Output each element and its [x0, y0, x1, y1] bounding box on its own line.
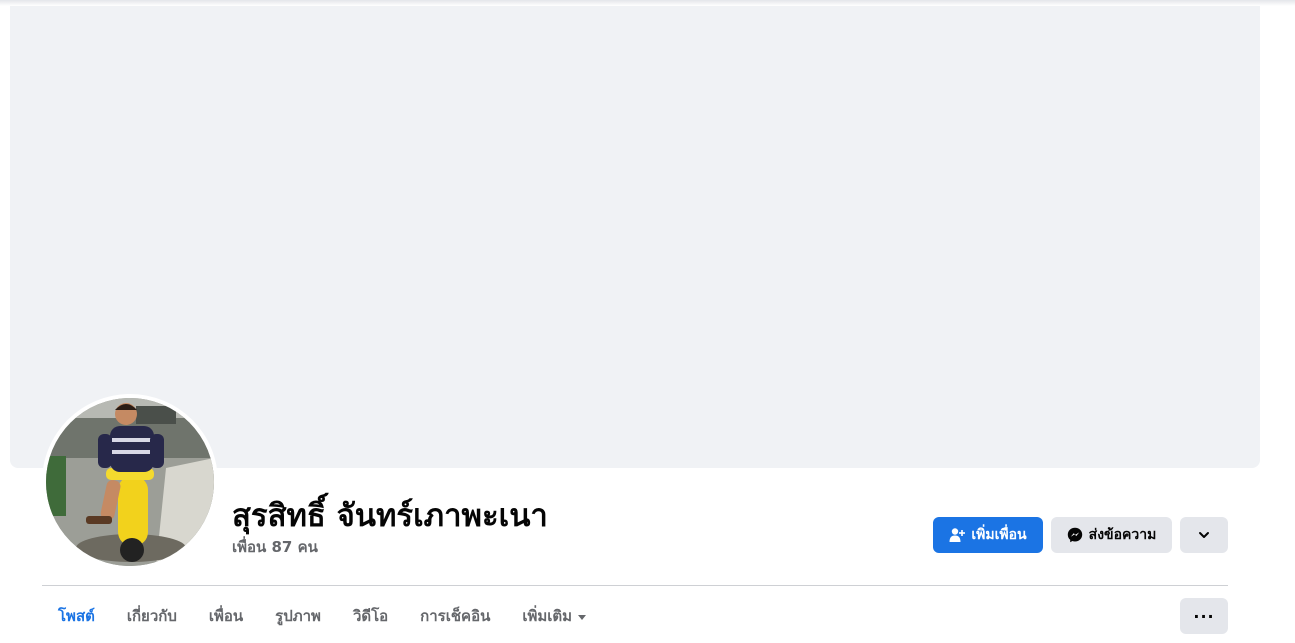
- chevron-down-icon: [1197, 528, 1211, 542]
- add-friend-button[interactable]: เพิ่มเพื่อน: [933, 517, 1043, 553]
- tab-checkins[interactable]: การเช็คอิน: [404, 604, 506, 628]
- message-label: ส่งข้อความ: [1088, 527, 1157, 543]
- cover-photo[interactable]: [10, 6, 1260, 468]
- tab-label: เกี่ยวกับ: [126, 607, 177, 625]
- messenger-icon: [1067, 527, 1083, 543]
- tab-photos[interactable]: รูปภาพ: [259, 604, 337, 628]
- add-friend-label: เพิ่มเพื่อน: [971, 527, 1027, 543]
- tab-more[interactable]: เพิ่มเติม: [506, 604, 602, 628]
- tab-label: เพื่อน: [208, 607, 244, 625]
- avatar-photo: [46, 398, 214, 566]
- person-plus-icon: [949, 527, 966, 543]
- profile-name: สุรสิทธิ์ จันทร์เภาพะเนา: [232, 498, 548, 534]
- more-options-button[interactable]: [1180, 517, 1228, 553]
- caret-down-icon: [578, 614, 587, 620]
- avatar[interactable]: [46, 398, 214, 566]
- ellipsis-icon: ...: [1193, 603, 1215, 622]
- tab-label: รูปภาพ: [275, 607, 321, 625]
- tab-label: เพิ่มเติม: [522, 607, 573, 625]
- friends-count[interactable]: เพื่อน 87 คน: [232, 535, 318, 559]
- message-button[interactable]: ส่งข้อความ: [1051, 517, 1172, 553]
- tab-friends[interactable]: เพื่อน: [193, 604, 259, 628]
- tab-videos[interactable]: วิดีโอ: [337, 604, 404, 628]
- tab-label: การเช็คอิน: [420, 607, 491, 625]
- tabs-more-button[interactable]: ...: [1180, 598, 1228, 634]
- profile-tabs: โพสต์ เกี่ยวกับ เพื่อน รูปภาพ วิดีโอ การ…: [42, 598, 602, 634]
- tab-posts[interactable]: โพสต์: [42, 604, 111, 628]
- tab-label: โพสต์: [58, 607, 95, 625]
- profile-divider: [42, 585, 1228, 586]
- tab-label: วิดีโอ: [352, 607, 389, 625]
- tab-about[interactable]: เกี่ยวกับ: [111, 604, 193, 628]
